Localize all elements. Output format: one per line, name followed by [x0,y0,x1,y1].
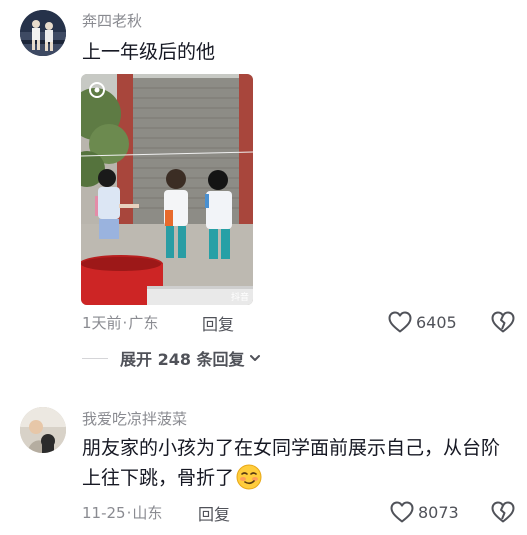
username[interactable]: 奔四老秋 [82,10,142,31]
reply-button[interactable]: 回复 [198,501,230,525]
comment-date: 1天前 [82,314,122,332]
comment-meta: 11-25·山东 [82,502,162,523]
avatar[interactable] [20,407,66,453]
broken-heart-icon [491,501,515,523]
meta-separator: · [126,504,132,522]
avatar-image [20,407,66,453]
meta-separator: · [122,314,128,332]
comment-text: 朋友家的小孩为了在女同学面前展示自己，从台阶上往下跳，骨折了 [82,433,512,493]
like-count: 8073 [418,502,459,522]
expand-replies-button[interactable]: 展开 248 条回复 [82,346,261,370]
comment-date: 11-25 [82,504,126,522]
video-frame [81,74,253,305]
comment-text: 上一年级后的他 [82,41,216,63]
expand-replies-label: 展开 248 条回复 [120,350,245,369]
avatar-image [20,10,66,56]
video-watermark: 抖音 [230,293,249,303]
like-count: 6405 [416,312,457,332]
username[interactable]: 我爱吃凉拌菠菜 [82,408,187,429]
like-button[interactable]: 6405 [388,310,457,334]
dislike-button[interactable] [491,500,515,524]
video-thumbnail[interactable]: 抖音 [81,74,253,305]
smirk-emoji-icon [236,464,262,490]
dislike-button[interactable] [491,310,515,334]
comment-item: 奔四老秋 上一年级后的他 抖音 1天前·广东 回复 6405 展开 248 条回… [0,0,527,395]
heart-outline-icon [388,311,412,333]
chevron-down-icon [249,355,260,361]
comment-location: 山东 [132,504,163,522]
reply-button[interactable]: 回复 [202,311,234,335]
like-button[interactable]: 8073 [390,500,459,524]
comment-item: 我爱吃凉拌菠菜 朋友家的小孩为了在女同学面前展示自己，从台阶上往下跳，骨折了 1… [0,395,527,535]
comment-meta: 1天前·广东 [82,312,158,333]
heart-outline-icon [390,501,414,523]
broken-heart-icon [491,311,515,333]
expand-divider [82,357,108,359]
comment-location: 广东 [128,314,159,332]
avatar[interactable] [20,10,66,56]
comment-text-body: 朋友家的小孩为了在女同学面前展示自己，从台阶上往下跳，骨折了 [82,437,501,489]
